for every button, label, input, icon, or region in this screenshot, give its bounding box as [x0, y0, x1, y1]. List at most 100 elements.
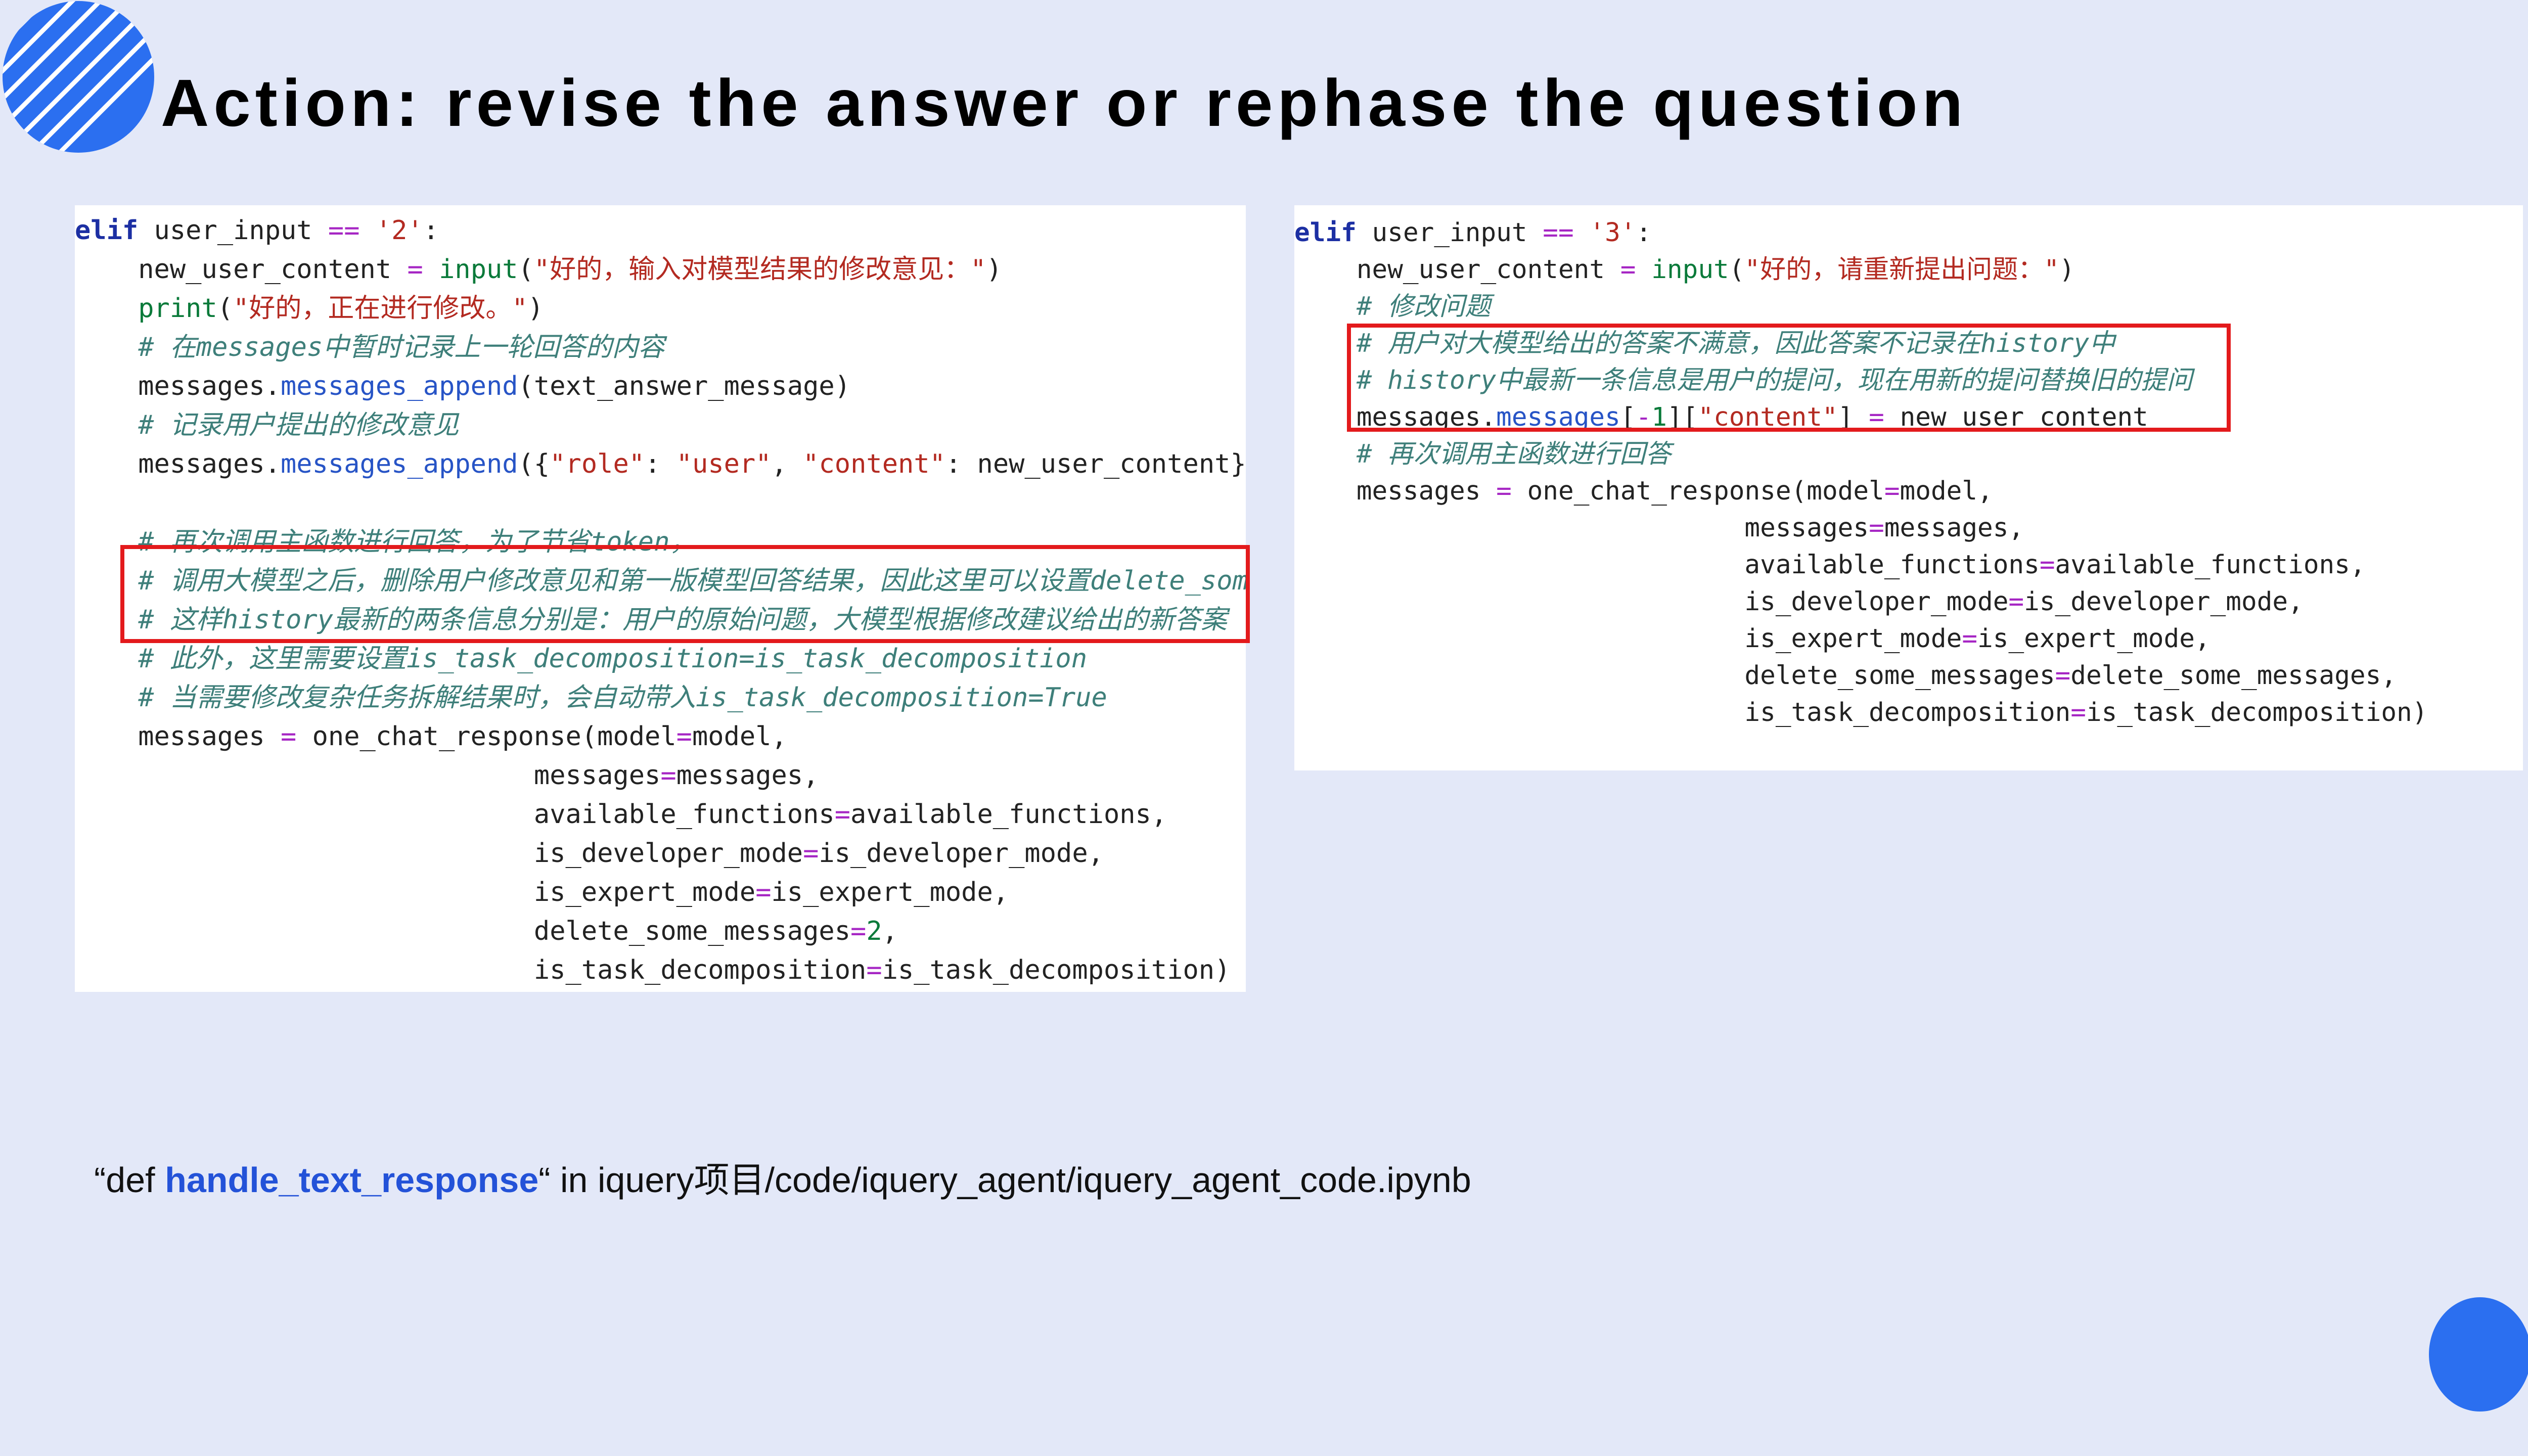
code-token: = [755, 877, 772, 907]
code-line: messages=messages, [1294, 510, 2523, 547]
code-line: # 在messages中暂时记录上一轮回答的内容 [75, 328, 1246, 367]
code-token: "user" [676, 449, 772, 479]
highlight-box-right [1347, 324, 2231, 432]
source-reference: “def handle_text_response“ in iquery项目/c… [94, 1152, 1471, 1203]
code-token: is_developer_mode [75, 838, 803, 869]
code-line: messages = one_chat_response(model=model… [75, 717, 1246, 756]
code-line: available_functions=available_functions, [1294, 547, 2523, 583]
code-line: messages.messages_append({"role": "user"… [75, 445, 1246, 484]
code-token: messages. [75, 449, 281, 479]
code-token: : new_user_content}) [945, 449, 1246, 479]
code-token: = [2039, 550, 2055, 580]
code-token: = [2008, 587, 2024, 617]
code-token: == [328, 215, 360, 246]
code-token: ) [527, 293, 544, 324]
code-line: available_functions=available_functions, [75, 795, 1246, 834]
code-token: "role" [550, 449, 645, 479]
striped-circle-icon [3, 1, 154, 153]
code-token: = [1962, 624, 1978, 654]
code-token: # 记录用户提出的修改意见 [75, 410, 459, 440]
code-token: : [423, 215, 439, 246]
code-token: delete_some_messages [75, 916, 851, 946]
code-token: ) [986, 254, 1002, 285]
code-token: messages [1294, 513, 1869, 543]
code-token: "好的，正在进行修改。" [233, 293, 528, 324]
code-line: elif user_input == '2': [75, 211, 1246, 250]
code-token: , [771, 449, 803, 479]
code-token: model, [692, 721, 787, 752]
code-token: is_developer_mode, [819, 838, 1104, 869]
code-token: new_user_content [1294, 255, 1620, 285]
code-token: elif [75, 215, 139, 246]
code-line: is_task_decomposition=is_task_decomposit… [75, 951, 1246, 990]
code-token: elif [1294, 218, 1357, 248]
code-token: is_developer_mode, [2024, 587, 2304, 617]
code-token: delete_some_messages, [2070, 661, 2397, 691]
code-token: is_developer_mode [1294, 587, 2009, 617]
code-line: is_task_decomposition=is_task_decomposit… [1294, 694, 2523, 731]
code-token: is_task_decomposition) [2086, 698, 2428, 727]
reference-open-quote: “def [94, 1160, 165, 1200]
code-token: # 修改问题 [1294, 292, 1491, 322]
code-token: user_input [138, 215, 328, 246]
code-line: messages=messages, [75, 756, 1246, 795]
code-token: messages_append [281, 371, 518, 401]
slide-title: Action: revise the answer or rephase the… [161, 66, 1968, 140]
code-token: = [407, 254, 423, 285]
code-line: print("好的，正在进行修改。") [75, 289, 1246, 328]
code-token: model, [1900, 476, 1993, 506]
code-line: new_user_content = input("好的，请重新提出问题：") [1294, 251, 2523, 288]
code-token: messages, [676, 760, 819, 791]
code-line: delete_some_messages=delete_some_message… [1294, 657, 2523, 694]
big-blue-circle-icon [2429, 1297, 2528, 1412]
code-token: = [1869, 513, 1884, 543]
code-token: is_expert_mode, [1977, 624, 2210, 654]
reference-path: “ in iquery项目/code/iquery_agent/iquery_a… [538, 1160, 1471, 1200]
code-token: "好的，输入对模型结果的修改意见：" [533, 254, 986, 285]
code-line: elif user_input == '3': [1294, 214, 2523, 251]
code-token: = [660, 760, 676, 791]
code-token: ) [2059, 255, 2075, 285]
code-line: # 当需要修改复杂任务拆解结果时，会自动带入is_task_decomposit… [75, 678, 1246, 717]
function-name: handle_text_response [165, 1160, 539, 1200]
code-token: = [1884, 476, 1900, 506]
code-token: = [803, 838, 819, 869]
code-token: delete_some_messages [1294, 661, 2055, 691]
code-token: available_functions [1294, 550, 2040, 580]
code-token: = [866, 955, 882, 985]
code-token: available_functions, [850, 799, 1167, 830]
code-token: '3' [1589, 218, 1636, 248]
code-token: # 在messages中暂时记录上一轮回答的内容 [75, 332, 665, 362]
code-token: = [2055, 661, 2071, 691]
code-token: ( [518, 254, 534, 285]
code-screenshot-right: elif user_input == '3': new_user_content… [1294, 205, 2523, 770]
code-line: # 再次调用主函数进行回答 [1294, 436, 2523, 473]
code-token: messages, [1884, 513, 2024, 543]
code-token: messages_append [281, 449, 518, 479]
code-line: is_developer_mode=is_developer_mode, [1294, 583, 2523, 620]
code-token: = [2070, 698, 2086, 727]
code-token: # 此外，这里需要设置is_task_decomposition=is_task… [75, 644, 1088, 674]
code-line: is_developer_mode=is_developer_mode, [75, 834, 1246, 873]
code-token: ( [1729, 255, 1745, 285]
code-token: , [882, 916, 898, 946]
code-token: input [439, 254, 518, 285]
code-token: # 当需要修改复杂任务拆解结果时，会自动带入is_task_decomposit… [75, 682, 1107, 713]
code-token: new_user_content [75, 254, 408, 285]
code-token: user_input [1356, 218, 1543, 248]
code-token: = [676, 721, 692, 752]
code-token: = [281, 721, 297, 752]
code-token: messages. [75, 371, 281, 401]
code-line: # 修改问题 [1294, 288, 2523, 325]
code-token: # 再次调用主函数进行回答 [1294, 439, 1672, 469]
code-token: one_chat_response(model [1511, 476, 1884, 506]
code-token: available_functions, [2055, 550, 2366, 580]
code-token: is_task_decomposition [75, 955, 867, 985]
code-token: '2' [375, 215, 423, 246]
code-token: ( [217, 293, 234, 324]
code-token: (text_answer_message) [518, 371, 851, 401]
